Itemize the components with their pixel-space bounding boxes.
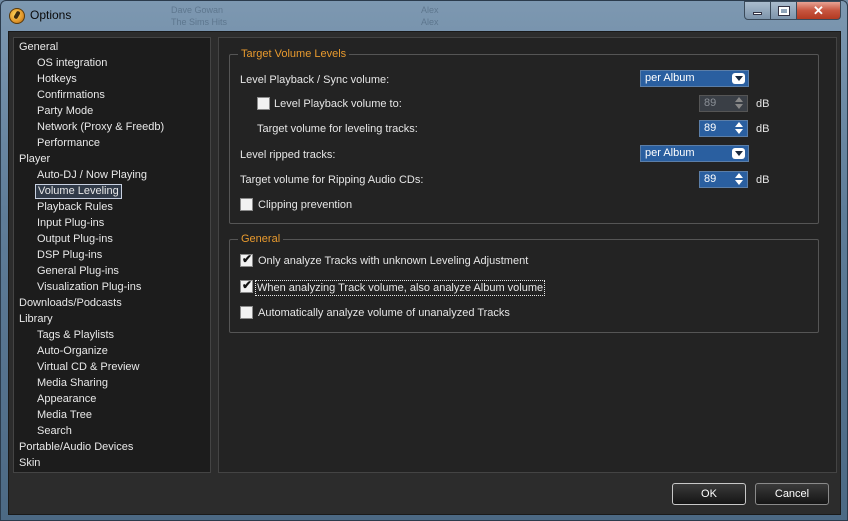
unit-label: dB (756, 123, 770, 135)
only-analyze-unknown-checkbox[interactable]: ✔ (240, 252, 253, 267)
general-group: General ✔ Only analyze Tracks with unkno… (229, 232, 819, 333)
group-title: Target Volume Levels (238, 47, 350, 61)
tree-item-hotkeys[interactable]: Hotkeys (35, 72, 79, 87)
only-analyze-unknown-label: Only analyze Tracks with unknown Levelin… (258, 255, 529, 267)
tree-item-os-integration[interactable]: OS integration (35, 56, 109, 71)
checkmark-icon: ✔ (242, 252, 253, 266)
close-button[interactable]: ✕ (797, 1, 841, 20)
tree-item-tags-playlists[interactable]: Tags & Playlists (35, 328, 116, 343)
maximize-icon (777, 5, 790, 16)
options-category-tree: General OS integration Hotkeys Confirmation… (13, 37, 211, 473)
spinner-value: 89 (704, 122, 717, 134)
tree-item-output-plug-ins[interactable]: Output Plug-ins (35, 232, 115, 247)
spinner-value: 89 (704, 173, 717, 185)
tree-item-search[interactable]: Search (35, 424, 74, 439)
clipping-prevention-checkbox[interactable] (240, 198, 253, 211)
minimize-button[interactable] (744, 1, 771, 20)
options-window: Options Dave Gowan Alex The Sims Hits Al… (0, 0, 848, 521)
unit-label: dB (756, 98, 770, 110)
dropdown-value: per Album (645, 72, 695, 84)
tree-item-network-proxy-freedb[interactable]: Network (Proxy & Freedb) (35, 120, 166, 135)
tree-item-party-mode[interactable]: Party Mode (35, 104, 95, 119)
tree-item-input-plug-ins[interactable]: Input Plug-ins (35, 216, 106, 231)
spinner-arrows-icon (734, 173, 744, 186)
spinner-value: 89 (704, 97, 717, 109)
tree-item-library[interactable]: Library (17, 312, 55, 327)
tree-item-visualization-plug-ins[interactable]: Visualization Plug-ins (35, 280, 143, 295)
close-icon: ✕ (813, 2, 824, 18)
group-title: General (238, 232, 284, 246)
tree-item-playback-rules[interactable]: Playback Rules (35, 200, 115, 215)
tree-item-media-sharing[interactable]: Media Sharing (35, 376, 110, 391)
tree-item-media-tree[interactable]: Media Tree (35, 408, 94, 423)
tree-item-player[interactable]: Player (17, 152, 52, 167)
dialog-client-area: General OS integration Hotkeys Confirmation… (8, 31, 841, 515)
target-ripping-label: Target volume for Ripping Audio CDs: (240, 174, 424, 186)
tree-item-auto-organize[interactable]: Auto-Organize (35, 344, 110, 359)
auto-analyze-label: Automatically analyze volume of unanalyz… (258, 307, 510, 319)
tree-item-confirmations[interactable]: Confirmations (35, 88, 107, 103)
background-text: Alex (421, 17, 439, 27)
background-text: Alex (421, 5, 439, 15)
tree-item-appearance[interactable]: Appearance (35, 392, 98, 407)
target-leveling-label: Target volume for leveling tracks: (257, 123, 418, 135)
level-ripped-dropdown[interactable]: per Album (640, 145, 749, 162)
tree-item-virtual-cd-preview[interactable]: Virtual CD & Preview (35, 360, 142, 375)
title-bar[interactable]: Options Dave Gowan Alex The Sims Hits Al… (1, 1, 847, 31)
spinner-arrows-icon (734, 122, 744, 135)
tree-item-skin[interactable]: Skin (17, 456, 42, 471)
background-text: The Sims Hits (171, 17, 228, 27)
target-leveling-spinner[interactable]: 89 (699, 120, 748, 137)
clipping-prevention-label: Clipping prevention (258, 199, 353, 211)
spinner-arrows-icon (734, 97, 744, 110)
level-playback-label: Level Playback / Sync volume: (240, 74, 390, 86)
tree-item-volume-leveling[interactable]: Volume Leveling (35, 184, 122, 199)
tree-item-portable-audio-devices[interactable]: Portable/Audio Devices (17, 440, 135, 455)
window-controls: ✕ (744, 1, 841, 21)
tree-item-auto-dj-now-playing[interactable]: Auto-DJ / Now Playing (35, 168, 149, 183)
background-text: Dave Gowan (171, 5, 224, 15)
target-ripping-spinner[interactable]: 89 (699, 171, 748, 188)
tree-item-dsp-plug-ins[interactable]: DSP Plug-ins (35, 248, 104, 263)
cancel-button[interactable]: Cancel (755, 483, 829, 505)
tree-item-general[interactable]: General (17, 40, 60, 55)
tree-item-general-plug-ins[interactable]: General Plug-ins (35, 264, 121, 279)
volume-leveling-panel: Target Volume Levels Level Playback / Sy… (218, 37, 837, 473)
chevron-down-icon (732, 73, 745, 84)
level-playback-to-label: Level Playback volume to: (274, 98, 402, 110)
tree-item-downloads-podcasts[interactable]: Downloads/Podcasts (17, 296, 124, 311)
level-playback-dropdown[interactable]: per Album (640, 70, 749, 87)
auto-analyze-checkbox[interactable] (240, 306, 253, 319)
level-playback-to-checkbox[interactable] (257, 97, 270, 110)
tree-item-performance[interactable]: Performance (35, 136, 102, 151)
window-title: Options (30, 8, 72, 22)
unit-label: dB (756, 174, 770, 186)
dropdown-value: per Album (645, 147, 695, 159)
target-volume-group: Target Volume Levels Level Playback / Sy… (229, 47, 819, 224)
chevron-down-icon (732, 148, 745, 159)
app-logo-icon (9, 8, 25, 24)
level-playback-to-spinner: 89 (699, 95, 748, 112)
analyze-album-volume-checkbox[interactable]: ✔ (240, 278, 253, 293)
maximize-button[interactable] (771, 1, 797, 20)
minimize-icon (753, 12, 762, 15)
analyze-album-volume-label: When analyzing Track volume, also analyz… (255, 280, 546, 296)
level-ripped-label: Level ripped tracks: (240, 149, 336, 161)
checkmark-icon: ✔ (242, 278, 253, 292)
ok-button[interactable]: OK (672, 483, 746, 505)
